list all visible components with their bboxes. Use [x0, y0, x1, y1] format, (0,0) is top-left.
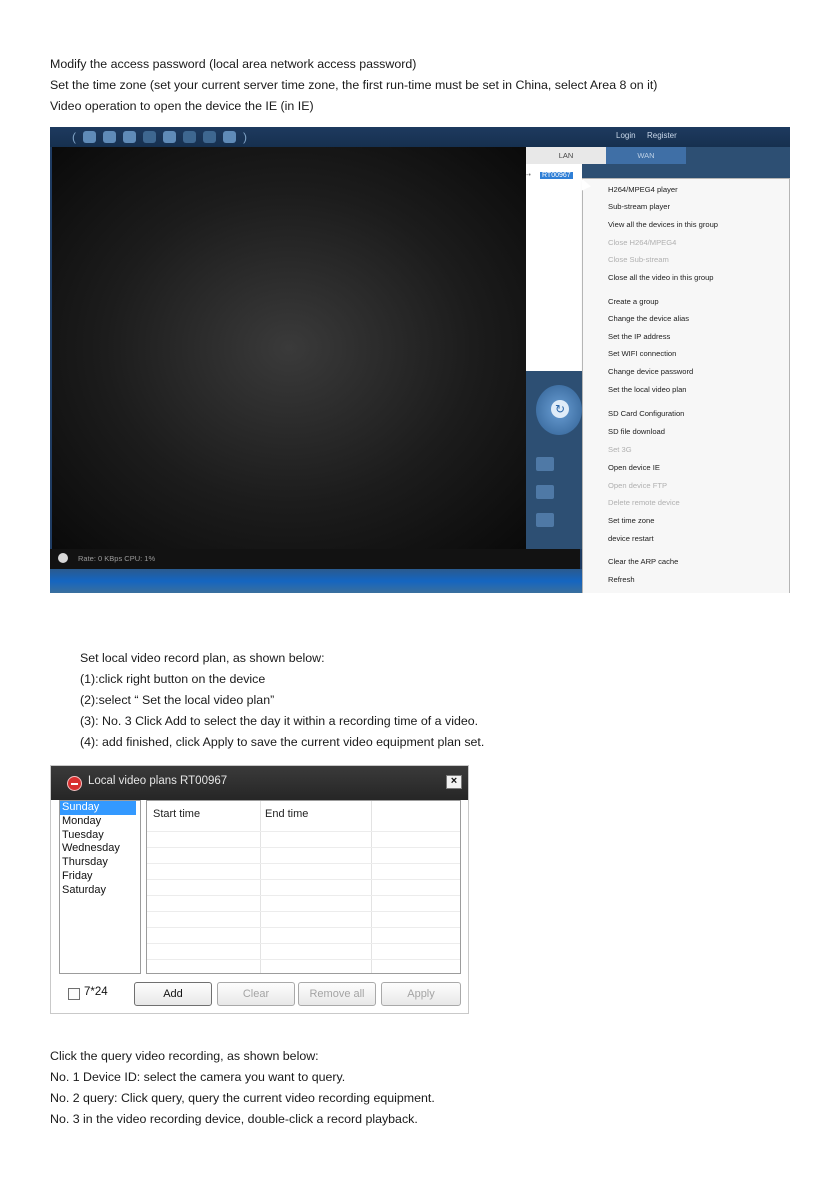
context-menu-item[interactable]: Set 3G — [608, 445, 632, 454]
close-icon[interactable]: × — [446, 775, 462, 789]
query-step-2: No. 2 query: Click query, query the curr… — [50, 1091, 435, 1105]
row-divider — [147, 959, 460, 960]
clear-button[interactable]: Clear — [217, 982, 295, 1006]
query-step-1: No. 1 Device ID: select the camera you w… — [50, 1070, 346, 1084]
query-heading: Click the query video recording, as show… — [50, 1049, 319, 1063]
dialog-title: Local video plans RT00967 — [88, 775, 228, 787]
day-list-item[interactable]: Wednesday — [60, 842, 140, 856]
search-icon[interactable] — [143, 131, 156, 143]
row-divider — [147, 863, 460, 864]
day-list-item[interactable]: Monday — [60, 815, 140, 829]
context-menu-item[interactable]: SD Card Configuration — [608, 409, 684, 418]
context-menu-item[interactable]: Set the IP address — [608, 332, 670, 341]
device-node[interactable]: RT00967 — [540, 172, 573, 179]
row-divider — [147, 895, 460, 896]
context-menu-item[interactable]: View all the devices in this group — [608, 220, 718, 229]
camera-icon[interactable] — [123, 131, 136, 143]
step-4: (4): add finished, click Apply to save t… — [80, 735, 485, 749]
context-menu-item[interactable]: device restart — [608, 534, 654, 543]
status-info-icon — [58, 553, 68, 563]
step-2: (2):select “ Set the local video plan” — [80, 693, 275, 707]
context-menu-item[interactable]: Set WIFI connection — [608, 349, 676, 358]
context-menu-item[interactable]: Close Sub-stream — [608, 255, 669, 264]
record-icon[interactable] — [103, 131, 116, 143]
tree-branch-icon: -• — [526, 172, 531, 179]
row-divider — [147, 831, 460, 832]
context-menu-item[interactable]: Set the local video plan — [608, 385, 687, 394]
day-list: Sunday Monday Tuesday Wednesday Thursday Frid… — [59, 800, 141, 974]
context-menu-item[interactable]: Open device IE — [608, 463, 660, 472]
status-text: Rate: 0 KBps CPU: 1% — [78, 554, 156, 563]
tab-wan[interactable]: WAN — [606, 147, 686, 164]
row-divider — [147, 927, 460, 928]
context-menu-item[interactable]: SD file download — [608, 427, 665, 436]
step-1: (1):click right button on the device — [80, 672, 266, 686]
client-software-screenshot: ( ) Login Register LAN WAN -• RT00967 ↻ … — [50, 127, 790, 593]
device-tree: -• RT00967 — [526, 164, 582, 371]
add-button[interactable]: Add — [134, 982, 212, 1006]
day-list-item[interactable]: Sunday — [60, 801, 136, 815]
context-menu-item[interactable]: Delete remote device — [608, 498, 680, 507]
day-list-item[interactable]: Friday — [60, 870, 140, 884]
always-record-label: 7*24 — [84, 986, 108, 998]
apply-button[interactable]: Apply — [381, 982, 461, 1006]
intro-line-3: Video operation to open the device the I… — [50, 99, 314, 113]
context-menu-item[interactable]: Sub-stream player — [608, 202, 670, 211]
query-step-3: No. 3 in the video recording device, dou… — [50, 1112, 418, 1126]
context-menu-item[interactable]: Set time zone — [608, 516, 654, 525]
row-divider — [147, 847, 460, 848]
day-list-item[interactable]: Tuesday — [60, 829, 140, 843]
toolbar-bracket-icon: ( — [72, 130, 76, 144]
info-icon[interactable] — [223, 131, 236, 143]
ptz-button-icon[interactable] — [536, 457, 554, 471]
steps-heading: Set local video record plan, as shown be… — [80, 651, 325, 665]
row-divider — [147, 879, 460, 880]
plan-table: Start time End time — [146, 800, 461, 974]
help-icon[interactable] — [203, 131, 216, 143]
context-menu-item[interactable]: H264/MPEG4 player — [608, 185, 678, 194]
ptz-down-icon[interactable] — [536, 513, 554, 527]
status-bar: Rate: 0 KBps CPU: 1% — [50, 549, 580, 569]
day-list-item[interactable]: Saturday — [60, 884, 140, 898]
context-menu-item[interactable]: Close all the video in this group — [608, 273, 714, 282]
row-divider — [147, 943, 460, 944]
ptz-left-icon[interactable] — [536, 485, 554, 499]
toolbar-bracket-icon: ) — [243, 130, 247, 144]
column-header-end: End time — [265, 808, 309, 820]
settings-icon[interactable] — [183, 131, 196, 143]
dialog-titlebar: Local video plans RT00967 × — [51, 766, 468, 800]
column-header-start: Start time — [153, 808, 201, 820]
tab-lan[interactable]: LAN — [526, 147, 606, 164]
toolbar: ( ) Login Register — [50, 127, 790, 147]
login-link[interactable]: Login — [616, 131, 636, 140]
context-menu-item[interactable]: Close H264/MPEG4 — [608, 238, 676, 247]
context-menu-item[interactable]: Change the device alias — [608, 314, 689, 323]
context-menu-item[interactable]: Create a group — [608, 297, 659, 306]
ptz-rotate-icon[interactable]: ↻ — [551, 400, 569, 418]
column-divider — [371, 801, 372, 973]
context-menu: H264/MPEG4 player Sub-stream player View a… — [582, 178, 790, 593]
column-divider — [260, 801, 261, 973]
lock-icon[interactable] — [163, 131, 176, 143]
stop-icon — [67, 776, 82, 791]
remove-all-button[interactable]: Remove all — [298, 982, 376, 1006]
network-tabs: LAN WAN — [526, 147, 686, 164]
local-video-plans-dialog: Local video plans RT00967 × Sunday Monday… — [50, 765, 469, 1014]
add-device-icon[interactable] — [83, 131, 96, 143]
intro-line-1: Modify the access password (local area n… — [50, 57, 417, 71]
register-link[interactable]: Register — [647, 131, 677, 140]
intro-line-2: Set the time zone (set your current serv… — [50, 78, 658, 92]
context-menu-item[interactable]: Open device FTP — [608, 481, 667, 490]
always-record-checkbox[interactable] — [68, 988, 80, 1000]
day-list-item[interactable]: Thursday — [60, 856, 140, 870]
context-menu-item[interactable]: Refresh — [608, 575, 635, 584]
context-menu-item[interactable]: Change device password — [608, 367, 693, 376]
video-area[interactable] — [52, 147, 526, 549]
row-divider — [147, 911, 460, 912]
context-menu-item[interactable]: Clear the ARP cache — [608, 557, 678, 566]
step-3: (3): No. 3 Click Add to select the day i… — [80, 714, 479, 728]
